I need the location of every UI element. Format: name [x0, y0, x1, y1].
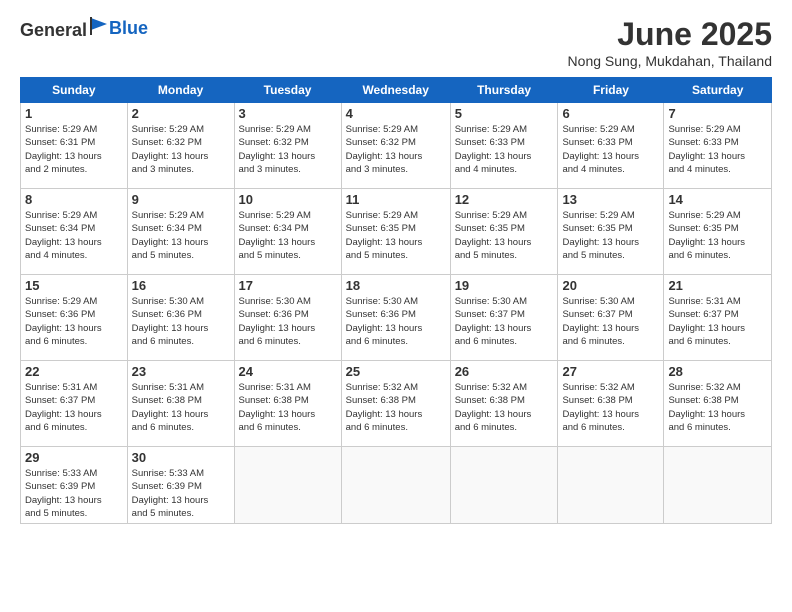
header: General Blue June 2025 Nong Sung, Mukdah… — [20, 16, 772, 69]
logo: General Blue — [20, 16, 148, 41]
table-row: 20 Sunrise: 5:30 AMSunset: 6:37 PMDaylig… — [558, 275, 664, 361]
table-row: 3 Sunrise: 5:29 AMSunset: 6:32 PMDayligh… — [234, 103, 341, 189]
table-row: 14 Sunrise: 5:29 AMSunset: 6:35 PMDaylig… — [664, 189, 772, 275]
header-thursday: Thursday — [450, 78, 558, 103]
table-row: 8 Sunrise: 5:29 AMSunset: 6:34 PMDayligh… — [21, 189, 128, 275]
table-row: 2 Sunrise: 5:29 AMSunset: 6:32 PMDayligh… — [127, 103, 234, 189]
header-tuesday: Tuesday — [234, 78, 341, 103]
header-saturday: Saturday — [664, 78, 772, 103]
table-row: 9 Sunrise: 5:29 AMSunset: 6:34 PMDayligh… — [127, 189, 234, 275]
table-row: 10 Sunrise: 5:29 AMSunset: 6:34 PMDaylig… — [234, 189, 341, 275]
table-row: 24 Sunrise: 5:31 AMSunset: 6:38 PMDaylig… — [234, 361, 341, 447]
table-row: 6 Sunrise: 5:29 AMSunset: 6:33 PMDayligh… — [558, 103, 664, 189]
table-row: 1 Sunrise: 5:29 AMSunset: 6:31 PMDayligh… — [21, 103, 128, 189]
table-row: 12 Sunrise: 5:29 AMSunset: 6:35 PMDaylig… — [450, 189, 558, 275]
week-row-2: 8 Sunrise: 5:29 AMSunset: 6:34 PMDayligh… — [21, 189, 772, 275]
weekday-header-row: Sunday Monday Tuesday Wednesday Thursday… — [21, 78, 772, 103]
week-row-3: 15 Sunrise: 5:29 AMSunset: 6:36 PMDaylig… — [21, 275, 772, 361]
table-row: 25 Sunrise: 5:32 AMSunset: 6:38 PMDaylig… — [341, 361, 450, 447]
title-section: June 2025 Nong Sung, Mukdahan, Thailand — [568, 16, 772, 69]
table-row: 17 Sunrise: 5:30 AMSunset: 6:36 PMDaylig… — [234, 275, 341, 361]
logo-general: General — [20, 16, 109, 41]
table-row: 7 Sunrise: 5:29 AMSunset: 6:33 PMDayligh… — [664, 103, 772, 189]
table-row: 28 Sunrise: 5:32 AMSunset: 6:38 PMDaylig… — [664, 361, 772, 447]
header-monday: Monday — [127, 78, 234, 103]
table-row: 26 Sunrise: 5:32 AMSunset: 6:38 PMDaylig… — [450, 361, 558, 447]
week-row-5: 29 Sunrise: 5:33 AMSunset: 6:39 PMDaylig… — [21, 447, 772, 524]
week-row-4: 22 Sunrise: 5:31 AMSunset: 6:37 PMDaylig… — [21, 361, 772, 447]
table-row: 22 Sunrise: 5:31 AMSunset: 6:37 PMDaylig… — [21, 361, 128, 447]
empty-cell — [558, 447, 664, 524]
table-row: 5 Sunrise: 5:29 AMSunset: 6:33 PMDayligh… — [450, 103, 558, 189]
table-row: 30 Sunrise: 5:33 AMSunset: 6:39 PMDaylig… — [127, 447, 234, 524]
empty-cell — [234, 447, 341, 524]
table-row: 21 Sunrise: 5:31 AMSunset: 6:37 PMDaylig… — [664, 275, 772, 361]
empty-cell — [341, 447, 450, 524]
month-title: June 2025 — [568, 16, 772, 53]
table-row: 27 Sunrise: 5:32 AMSunset: 6:38 PMDaylig… — [558, 361, 664, 447]
table-row: 23 Sunrise: 5:31 AMSunset: 6:38 PMDaylig… — [127, 361, 234, 447]
logo-flag-icon — [89, 16, 109, 36]
header-sunday: Sunday — [21, 78, 128, 103]
table-row: 16 Sunrise: 5:30 AMSunset: 6:36 PMDaylig… — [127, 275, 234, 361]
calendar-table: Sunday Monday Tuesday Wednesday Thursday… — [20, 77, 772, 524]
week-row-1: 1 Sunrise: 5:29 AMSunset: 6:31 PMDayligh… — [21, 103, 772, 189]
empty-cell — [450, 447, 558, 524]
table-row: 4 Sunrise: 5:29 AMSunset: 6:32 PMDayligh… — [341, 103, 450, 189]
page: General Blue June 2025 Nong Sung, Mukdah… — [0, 0, 792, 612]
header-wednesday: Wednesday — [341, 78, 450, 103]
table-row: 19 Sunrise: 5:30 AMSunset: 6:37 PMDaylig… — [450, 275, 558, 361]
table-row: 13 Sunrise: 5:29 AMSunset: 6:35 PMDaylig… — [558, 189, 664, 275]
table-row: 29 Sunrise: 5:33 AMSunset: 6:39 PMDaylig… — [21, 447, 128, 524]
table-row: 18 Sunrise: 5:30 AMSunset: 6:36 PMDaylig… — [341, 275, 450, 361]
empty-cell — [664, 447, 772, 524]
location-title: Nong Sung, Mukdahan, Thailand — [568, 53, 772, 69]
header-friday: Friday — [558, 78, 664, 103]
table-row: 11 Sunrise: 5:29 AMSunset: 6:35 PMDaylig… — [341, 189, 450, 275]
table-row: 15 Sunrise: 5:29 AMSunset: 6:36 PMDaylig… — [21, 275, 128, 361]
